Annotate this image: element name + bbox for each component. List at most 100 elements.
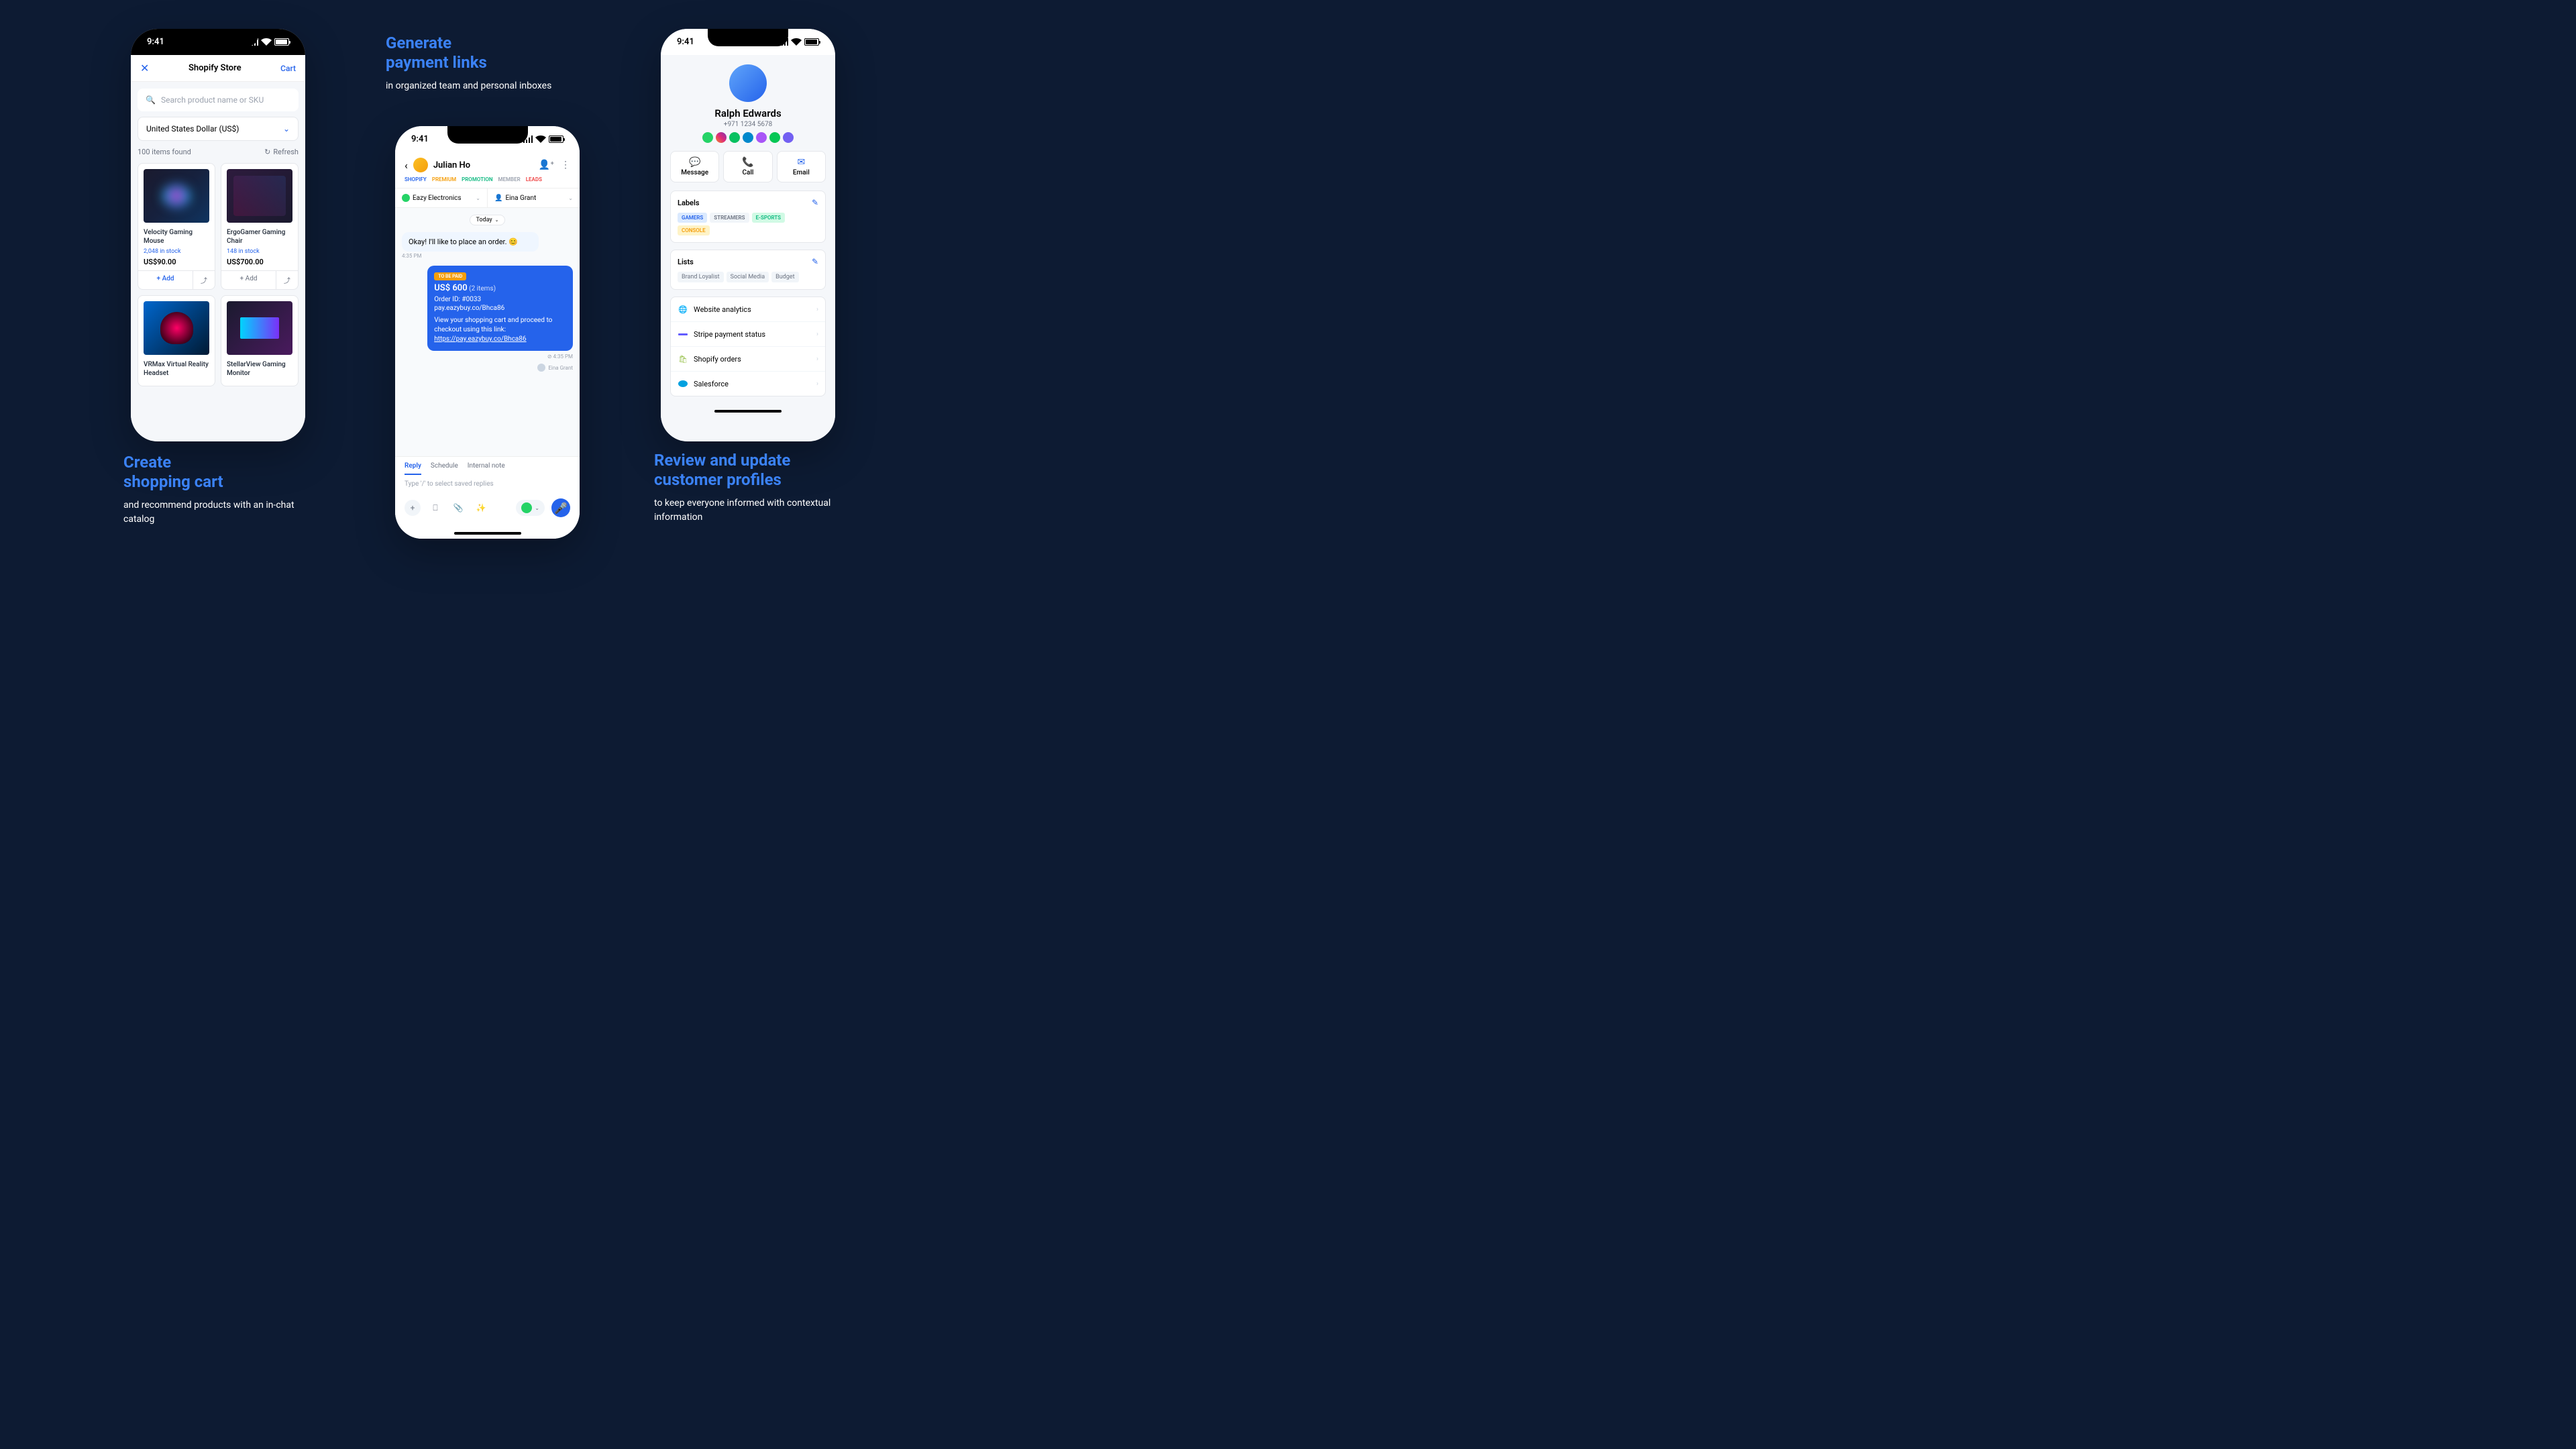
page-title: Shopify Store — [189, 63, 241, 73]
status-icons — [777, 38, 819, 46]
search-input[interactable]: 🔍 Search product name or SKU — [138, 89, 299, 111]
items-count: 100 items found — [138, 148, 191, 156]
payment-description: View your shopping cart and proceed to c… — [434, 316, 566, 344]
card-title: Lists — [678, 258, 694, 266]
integration-item[interactable]: 🛍Shopify orders› — [671, 347, 825, 372]
tag: MEMBER — [498, 176, 521, 182]
caption-subtitle: and recommend products with an in-chat c… — [123, 498, 318, 527]
payment-badge: TO BE PAID — [434, 272, 466, 280]
whatsapp-icon — [402, 194, 410, 202]
list-chip[interactable]: Brand Loyalist — [678, 272, 724, 282]
instagram-icon[interactable] — [716, 132, 727, 143]
whatsapp-send-select[interactable]: ⌄ — [516, 500, 545, 516]
back-icon[interactable]: ‹ — [405, 159, 408, 172]
agent-select[interactable]: 👤 Eina Grant ⌄ — [488, 189, 580, 207]
product-name: VRMax Virtual Reality Headset — [144, 360, 209, 378]
plus-icon[interactable]: + — [405, 500, 421, 516]
caption-subtitle: to keep everyone informed with contextua… — [654, 496, 849, 525]
product-image — [144, 301, 209, 355]
contact-name: Julian Ho — [433, 160, 533, 170]
status-bar: 9:41 — [131, 29, 305, 55]
caption-shopping: Create shopping cart and recommend produ… — [123, 453, 318, 527]
product-card[interactable]: Velocity Gaming Mouse 2,048 in stock US$… — [138, 163, 215, 290]
share-icon[interactable]: ⤴ — [193, 271, 215, 289]
action-buttons: 💬Message 📞Call ✉Email — [670, 151, 826, 182]
payment-url[interactable]: https://pay.eazybuy.co/Bhca86 — [434, 335, 526, 343]
message-button[interactable]: 💬Message — [670, 151, 719, 182]
chevron-right-icon: › — [816, 380, 818, 388]
messenger-icon[interactable] — [756, 132, 767, 143]
product-card[interactable]: VRMax Virtual Reality Headset — [138, 295, 215, 386]
currency-label: United States Dollar (US$) — [146, 124, 239, 133]
magic-icon[interactable]: ✨ — [473, 500, 489, 516]
viber-icon[interactable] — [783, 132, 794, 143]
status-icons — [522, 136, 564, 143]
email-button[interactable]: ✉Email — [777, 151, 826, 182]
profile-phone: +971 1234 5678 — [670, 121, 826, 128]
tab-note[interactable]: Internal note — [468, 462, 505, 475]
close-icon[interactable]: ✕ — [140, 62, 149, 74]
payment-link: pay.eazybuy.co/Bhca86 — [434, 305, 566, 312]
attachment-icon[interactable]: 📎 — [450, 500, 466, 516]
edit-icon[interactable]: ✎ — [812, 198, 818, 207]
caption-payment: Generate payment links in organized team… — [386, 34, 580, 93]
shopify-header: ✕ Shopify Store Cart — [131, 55, 305, 82]
share-icon[interactable]: ⤴ — [276, 271, 298, 289]
call-button[interactable]: 📞Call — [723, 151, 772, 182]
integration-item[interactable]: Salesforce› — [671, 372, 825, 396]
label-chip[interactable]: E-SPORTS — [752, 213, 786, 223]
message-time: ⊘ 4:35 PM — [402, 354, 573, 360]
social-icons — [670, 132, 826, 143]
tag: PREMIUM — [432, 176, 456, 182]
status-time: 9:41 — [147, 37, 164, 47]
mic-button[interactable]: 🎤 — [551, 498, 570, 517]
product-card[interactable]: StellarView Gaming Monitor — [221, 295, 299, 386]
integration-item[interactable]: 🌐Website analytics› — [671, 297, 825, 322]
chat-body: Today ⌄ Okay! I'll like to place an orde… — [395, 208, 580, 463]
product-card[interactable]: ErgoGamer Gaming Chair 148 in stock US$7… — [221, 163, 299, 290]
avatar — [413, 158, 428, 172]
whatsapp-icon[interactable] — [702, 132, 713, 143]
refresh-button[interactable]: ↻ Refresh — [264, 148, 299, 156]
add-button[interactable]: + Add — [138, 271, 193, 289]
status-icons — [248, 38, 289, 46]
edit-icon[interactable]: ✎ — [812, 257, 818, 266]
payment-amount: US$ 600 — [434, 283, 467, 293]
avatar — [537, 364, 545, 372]
user-icon: 👤 — [494, 195, 502, 202]
telegram-icon[interactable] — [743, 132, 753, 143]
sent-by: Eina Grant — [402, 364, 573, 372]
label-chip[interactable]: CONSOLE — [678, 225, 710, 235]
message-outgoing: TO BE PAID US$ 600 (2 items) Order ID: #… — [427, 266, 573, 351]
cart-button[interactable]: Cart — [280, 64, 296, 73]
more-icon[interactable]: ⋮ — [561, 160, 570, 170]
add-button[interactable]: + Add — [221, 271, 276, 289]
channel-select[interactable]: Eazy Electronics ⌄ — [395, 189, 488, 207]
channel-selectors: Eazy Electronics ⌄ 👤 Eina Grant ⌄ — [395, 189, 580, 208]
product-price: US$90.00 — [144, 258, 209, 266]
product-image — [144, 169, 209, 223]
label-chip[interactable]: STREAMERS — [710, 213, 749, 223]
payment-items: (2 items) — [469, 285, 496, 292]
chevron-right-icon: › — [816, 356, 818, 363]
wechat-icon[interactable] — [729, 132, 740, 143]
list-chip[interactable]: Social Media — [727, 272, 769, 282]
tab-schedule[interactable]: Schedule — [431, 462, 458, 475]
status-time: 9:41 — [677, 37, 694, 47]
caption-subtitle: in organized team and personal inboxes — [386, 79, 580, 93]
shopify-body: 🔍 Search product name or SKU United Stat… — [131, 82, 305, 441]
add-user-icon[interactable]: 👤⁺ — [539, 160, 554, 170]
currency-select[interactable]: United States Dollar (US$) ⌄ — [138, 117, 299, 141]
line-icon[interactable] — [769, 132, 780, 143]
message-time: 4:35 PM — [402, 253, 573, 259]
tab-reply[interactable]: Reply — [405, 462, 421, 475]
label-chip[interactable]: GAMERS — [678, 213, 707, 223]
bookmark-icon[interactable]: ⎕ — [427, 500, 443, 516]
shopify-icon: 🛍 — [678, 354, 688, 364]
stripe-icon — [678, 329, 688, 339]
integration-item[interactable]: Stripe payment status› — [671, 322, 825, 347]
list-chip[interactable]: Budget — [771, 272, 798, 282]
reply-input[interactable]: Type '/' to select saved replies — [395, 475, 580, 493]
email-icon: ✉ — [780, 157, 822, 168]
contact-tags: SHOPIFY PREMIUM PROMOTION MEMBER LEADS — [405, 176, 570, 182]
